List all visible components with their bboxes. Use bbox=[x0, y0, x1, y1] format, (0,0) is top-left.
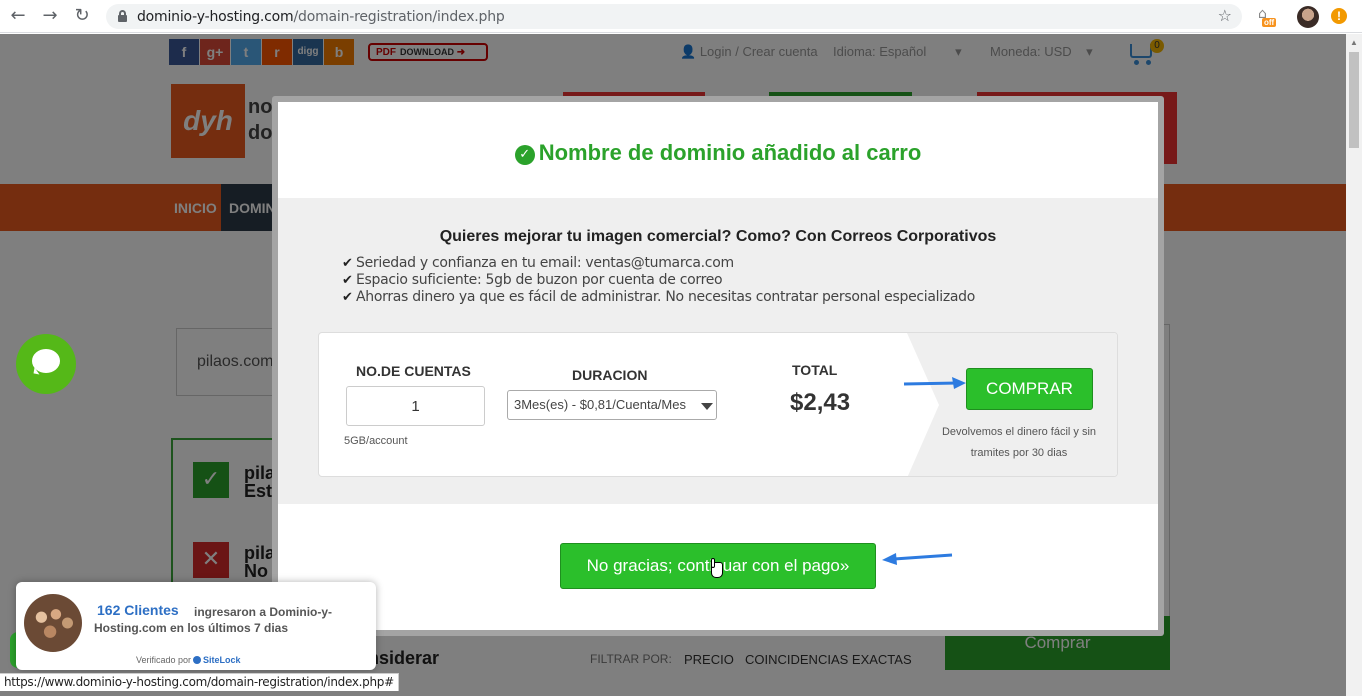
accounts-note: 5GB/account bbox=[344, 435, 408, 447]
upsell-title: Quieres mejorar tu imagen comercial? Com… bbox=[439, 228, 997, 245]
duration-label: DURACION bbox=[572, 367, 648, 383]
reload-icon[interactable]: ↻ bbox=[70, 5, 94, 27]
profile-avatar[interactable] bbox=[1297, 6, 1319, 28]
scroll-thumb[interactable] bbox=[1349, 52, 1359, 148]
url-text: dominio-y-hosting.com/domain-registratio… bbox=[137, 9, 505, 25]
added-to-cart-modal: ✓ Nombre de dominio añadido al carro Quie… bbox=[272, 96, 1164, 636]
check-icon: ✔ bbox=[342, 256, 353, 271]
email-plan-card: NO.DE CUENTAS 5GB/account DURACION 3Mes(… bbox=[318, 332, 1118, 477]
sitelock-shield-icon bbox=[193, 656, 202, 664]
email-upsell-section: Quieres mejorar tu imagen comercial? Com… bbox=[278, 198, 1158, 504]
browser-toolbar: ← → ↻ dominio-y-hosting.com/domain-regis… bbox=[0, 0, 1362, 33]
benefits-list: ✔ Seriedad y confianza en tu email: venta… bbox=[342, 255, 975, 306]
duration-select[interactable]: 3Mes(es) - $0,81/Cuenta/Mes bbox=[507, 390, 717, 420]
customer-count: 162 Clientes bbox=[97, 602, 179, 618]
arrow-annotation-continue bbox=[882, 553, 953, 565]
extension-icon[interactable]: ⌂ off bbox=[1256, 6, 1277, 28]
verified-badge[interactable]: Verificado por SiteLock bbox=[136, 655, 241, 665]
hand-cursor-icon bbox=[709, 558, 723, 580]
status-bar-url: https://www.dominio-y-hosting.com/domain… bbox=[0, 673, 399, 691]
money-back-guarantee: Devolvemos el dinero fácil y sin tramite… bbox=[941, 426, 1097, 459]
check-circle-icon: ✓ bbox=[514, 145, 535, 165]
address-bar[interactable]: dominio-y-hosting.com/domain-registratio… bbox=[106, 4, 1242, 29]
benefit-item: ✔ Seriedad y confianza en tu email: venta… bbox=[342, 255, 734, 271]
benefit-item: ✔ Ahorras dinero ya que es fácil de admin… bbox=[342, 289, 976, 305]
lock-icon bbox=[118, 10, 127, 22]
total-price: $2,43 bbox=[790, 389, 851, 416]
extension-badge: off bbox=[1262, 18, 1277, 27]
customers-avatar bbox=[24, 594, 82, 652]
accounts-quantity-input[interactable] bbox=[346, 386, 485, 426]
arrow-annotation-buy bbox=[903, 377, 966, 389]
chevron-down-icon bbox=[701, 403, 713, 410]
update-alert-icon[interactable]: ! bbox=[1331, 8, 1347, 24]
buy-email-button[interactable]: COMPRAR bbox=[966, 368, 1093, 410]
check-icon: ✔ bbox=[342, 290, 353, 305]
scroll-up-icon[interactable]: ▲ bbox=[1350, 38, 1358, 47]
chat-widget-button[interactable] bbox=[16, 334, 76, 394]
bookmark-star-icon[interactable]: ☆ bbox=[1218, 6, 1232, 25]
page-scrollbar[interactable]: ▲ bbox=[1346, 34, 1362, 696]
check-icon: ✔ bbox=[342, 273, 353, 288]
total-label: TOTAL bbox=[792, 362, 838, 378]
modal-title: ✓ Nombre de dominio añadido al carro bbox=[278, 140, 1158, 166]
benefit-item: ✔ Espacio suficiente: 5gb de buzon por cu… bbox=[342, 272, 723, 288]
forward-icon[interactable]: → bbox=[38, 5, 62, 27]
accounts-label: NO.DE CUENTAS bbox=[356, 363, 471, 379]
back-icon[interactable]: ← bbox=[6, 5, 30, 27]
social-proof-popup[interactable]: ingresaron a Dominio-y-Hosting.com en lo… bbox=[16, 582, 376, 670]
